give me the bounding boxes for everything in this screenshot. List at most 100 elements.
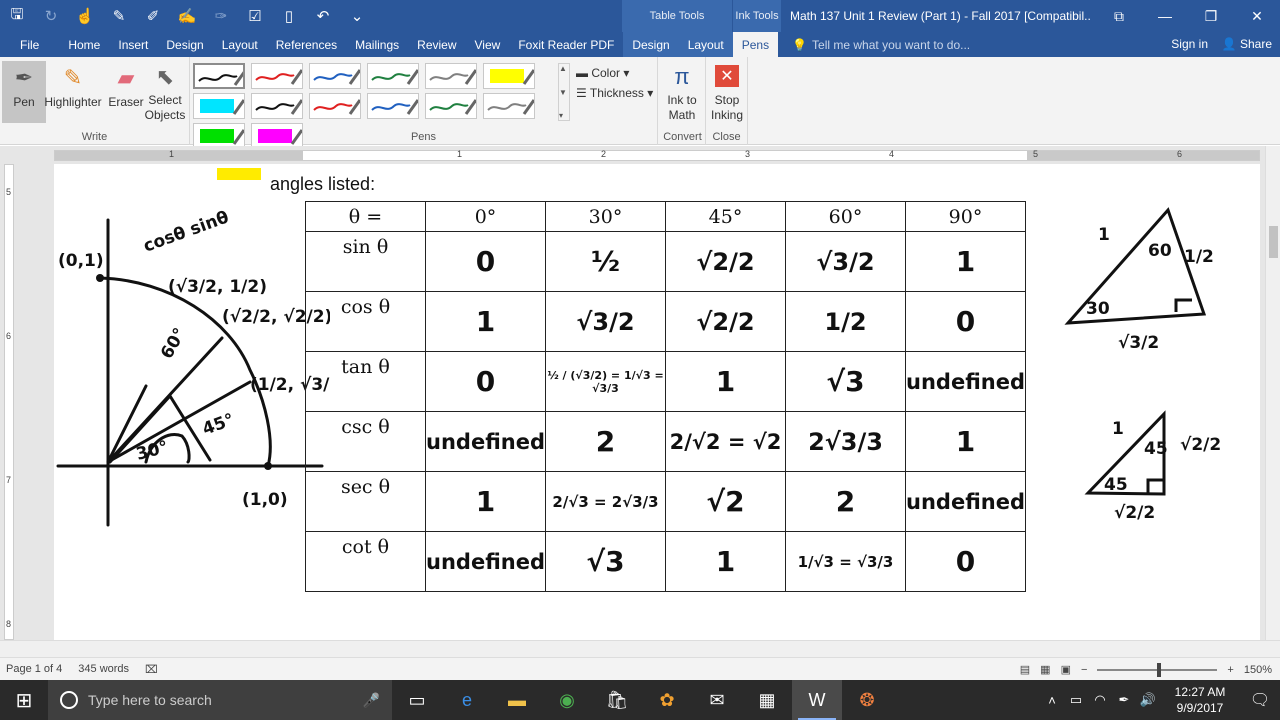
zoom-out-icon[interactable]: − bbox=[1081, 664, 1087, 676]
pen-color-icon[interactable]: ✐ bbox=[136, 0, 170, 32]
scroll-up-icon[interactable]: ▲ bbox=[559, 64, 569, 73]
clock[interactable]: 12:27 AM 9/9/2017 bbox=[1160, 684, 1240, 716]
ink-clear-icon[interactable]: ✑ bbox=[204, 0, 238, 32]
zoom-slider-knob[interactable] bbox=[1157, 662, 1162, 677]
web-layout-icon[interactable]: ▣ bbox=[1061, 663, 1071, 676]
autosave-icon[interactable]: ↻ bbox=[34, 0, 68, 32]
value-cell[interactable]: undefined bbox=[425, 411, 546, 472]
ink-edit-icon[interactable]: ✍ bbox=[170, 0, 204, 32]
value-cell[interactable]: ½ / (√3/2) = 1/√3 = √3/3 bbox=[545, 351, 666, 412]
new-doc-icon[interactable]: ▯ bbox=[272, 0, 306, 32]
value-cell[interactable]: 1 bbox=[425, 471, 546, 532]
value-cell[interactable]: 2 bbox=[785, 471, 906, 532]
pen-swatch[interactable] bbox=[193, 63, 245, 89]
scroll-down-icon[interactable]: ▼ bbox=[559, 88, 569, 97]
pen-swatch[interactable] bbox=[367, 93, 419, 119]
value-cell[interactable]: √3/2 bbox=[545, 291, 666, 352]
tab-insert[interactable]: Insert bbox=[109, 32, 157, 57]
pen-swatch[interactable] bbox=[309, 63, 361, 89]
app-gear-icon[interactable]: ❂ bbox=[842, 680, 892, 720]
tab-table-design[interactable]: Design bbox=[623, 32, 679, 57]
more-icon[interactable]: ▾ bbox=[559, 111, 569, 120]
value-cell[interactable]: 0 bbox=[905, 531, 1026, 592]
value-cell[interactable]: undefined bbox=[905, 351, 1026, 412]
notifications-icon[interactable]: 🗨 bbox=[1240, 690, 1280, 710]
tab-foxit[interactable]: Foxit Reader PDF bbox=[509, 32, 623, 57]
select-objects-button[interactable]: ⬉ Select Objects bbox=[142, 61, 188, 123]
pen-swatch[interactable] bbox=[425, 93, 477, 119]
read-mode-icon[interactable]: ▤ bbox=[1020, 663, 1030, 676]
value-cell[interactable]: √2/2 bbox=[665, 291, 786, 352]
tab-mailings[interactable]: Mailings bbox=[346, 32, 408, 57]
tab-pens[interactable]: Pens bbox=[732, 32, 779, 57]
stop-inking-button[interactable]: ✕ Stop Inking bbox=[706, 61, 748, 123]
tab-home[interactable]: Home bbox=[59, 32, 109, 57]
undo-icon[interactable]: ↶ bbox=[306, 0, 340, 32]
word-icon[interactable]: W bbox=[792, 680, 842, 720]
zoom-level[interactable]: 150% bbox=[1244, 664, 1272, 676]
save-icon[interactable]: 🖫 bbox=[0, 0, 34, 32]
print-layout-icon[interactable]: ▦ bbox=[1040, 663, 1050, 676]
highlighter-button[interactable]: ✎ Highlighter bbox=[42, 61, 104, 123]
tab-table-layout[interactable]: Layout bbox=[678, 32, 733, 57]
tell-me-box[interactable]: 💡 Tell me what you want to do... bbox=[778, 32, 979, 57]
pen-swatch[interactable] bbox=[251, 93, 303, 119]
value-cell[interactable]: 1/2 bbox=[785, 291, 906, 352]
value-cell[interactable]: undefined bbox=[425, 531, 546, 592]
chrome-icon[interactable]: ◉ bbox=[542, 680, 592, 720]
app-flower-icon[interactable]: ✿ bbox=[642, 680, 692, 720]
file-explorer-icon[interactable]: ▬ bbox=[492, 680, 542, 720]
zoom-in-icon[interactable]: + bbox=[1227, 664, 1233, 676]
value-cell[interactable]: 1/√3 = √3/3 bbox=[785, 531, 906, 592]
tab-view[interactable]: View bbox=[466, 32, 510, 57]
pen-swatch[interactable] bbox=[367, 63, 419, 89]
checkbox-ink-icon[interactable]: ☑ bbox=[238, 0, 272, 32]
value-cell[interactable]: √3 bbox=[545, 531, 666, 592]
value-cell[interactable]: 0 bbox=[425, 231, 546, 292]
value-cell[interactable]: 2/√2 = √2 bbox=[665, 411, 786, 472]
ink-to-math-button[interactable]: π Ink to Math bbox=[660, 61, 704, 123]
thickness-button[interactable]: ☰ Thickness ▾ bbox=[576, 83, 653, 103]
wifi-icon[interactable]: ◠ bbox=[1088, 692, 1112, 708]
value-cell[interactable]: 0 bbox=[425, 351, 546, 412]
microphone-icon[interactable]: 🎤 bbox=[363, 692, 380, 709]
sign-in-link[interactable]: Sign in bbox=[1171, 32, 1208, 57]
value-cell[interactable]: √2 bbox=[665, 471, 786, 532]
windows-start-icon[interactable]: ⊞ bbox=[0, 680, 48, 720]
tab-references[interactable]: References bbox=[267, 32, 346, 57]
value-cell[interactable]: 1 bbox=[905, 231, 1026, 292]
trig-values-table[interactable]: θ = 0° 30° 45° 60° 90° sin θ 0 ½ √2/2 √3… bbox=[305, 201, 1026, 592]
pen-swatch[interactable] bbox=[483, 93, 535, 119]
word-count[interactable]: 345 words bbox=[78, 663, 129, 676]
value-cell[interactable]: √3 bbox=[785, 351, 906, 412]
store-icon[interactable]: 🛍 bbox=[592, 680, 642, 720]
restore-icon[interactable]: ❐ bbox=[1188, 0, 1234, 32]
share-button[interactable]: 👤 Share bbox=[1222, 32, 1272, 57]
highlighter-swatch[interactable] bbox=[483, 63, 535, 89]
value-cell[interactable]: ½ bbox=[545, 231, 666, 292]
value-cell[interactable]: 0 bbox=[905, 291, 1026, 352]
value-cell[interactable]: 2 bbox=[545, 411, 666, 472]
pen-workspace-icon[interactable]: ✒ bbox=[1112, 692, 1136, 708]
customize-qat-icon[interactable]: ⌄ bbox=[340, 0, 374, 32]
tab-layout[interactable]: Layout bbox=[213, 32, 267, 57]
value-cell[interactable]: 2√3/3 bbox=[785, 411, 906, 472]
touch-mode-icon[interactable]: ☝ bbox=[68, 0, 102, 32]
zoom-slider[interactable] bbox=[1097, 662, 1218, 677]
close-icon[interactable]: ✕ bbox=[1234, 0, 1280, 32]
value-cell[interactable]: undefined bbox=[905, 471, 1026, 532]
tab-file[interactable]: File bbox=[0, 32, 59, 57]
value-cell[interactable]: 1 bbox=[665, 531, 786, 592]
value-cell[interactable]: 2/√3 = 2√3/3 bbox=[545, 471, 666, 532]
value-cell[interactable]: 1 bbox=[905, 411, 1026, 472]
task-view-icon[interactable]: ▭ bbox=[392, 680, 442, 720]
minimize-icon[interactable]: — bbox=[1142, 0, 1188, 32]
highlighter-swatch[interactable] bbox=[193, 93, 245, 119]
taskbar-search[interactable]: Type here to search 🎤 bbox=[48, 680, 392, 720]
scroll-thumb[interactable] bbox=[1269, 226, 1278, 258]
tab-design[interactable]: Design bbox=[157, 32, 212, 57]
edge-icon[interactable]: e bbox=[442, 680, 492, 720]
calculator-icon[interactable]: ▦ bbox=[742, 680, 792, 720]
pen-swatch[interactable] bbox=[309, 93, 361, 119]
value-cell[interactable]: √3/2 bbox=[785, 231, 906, 292]
